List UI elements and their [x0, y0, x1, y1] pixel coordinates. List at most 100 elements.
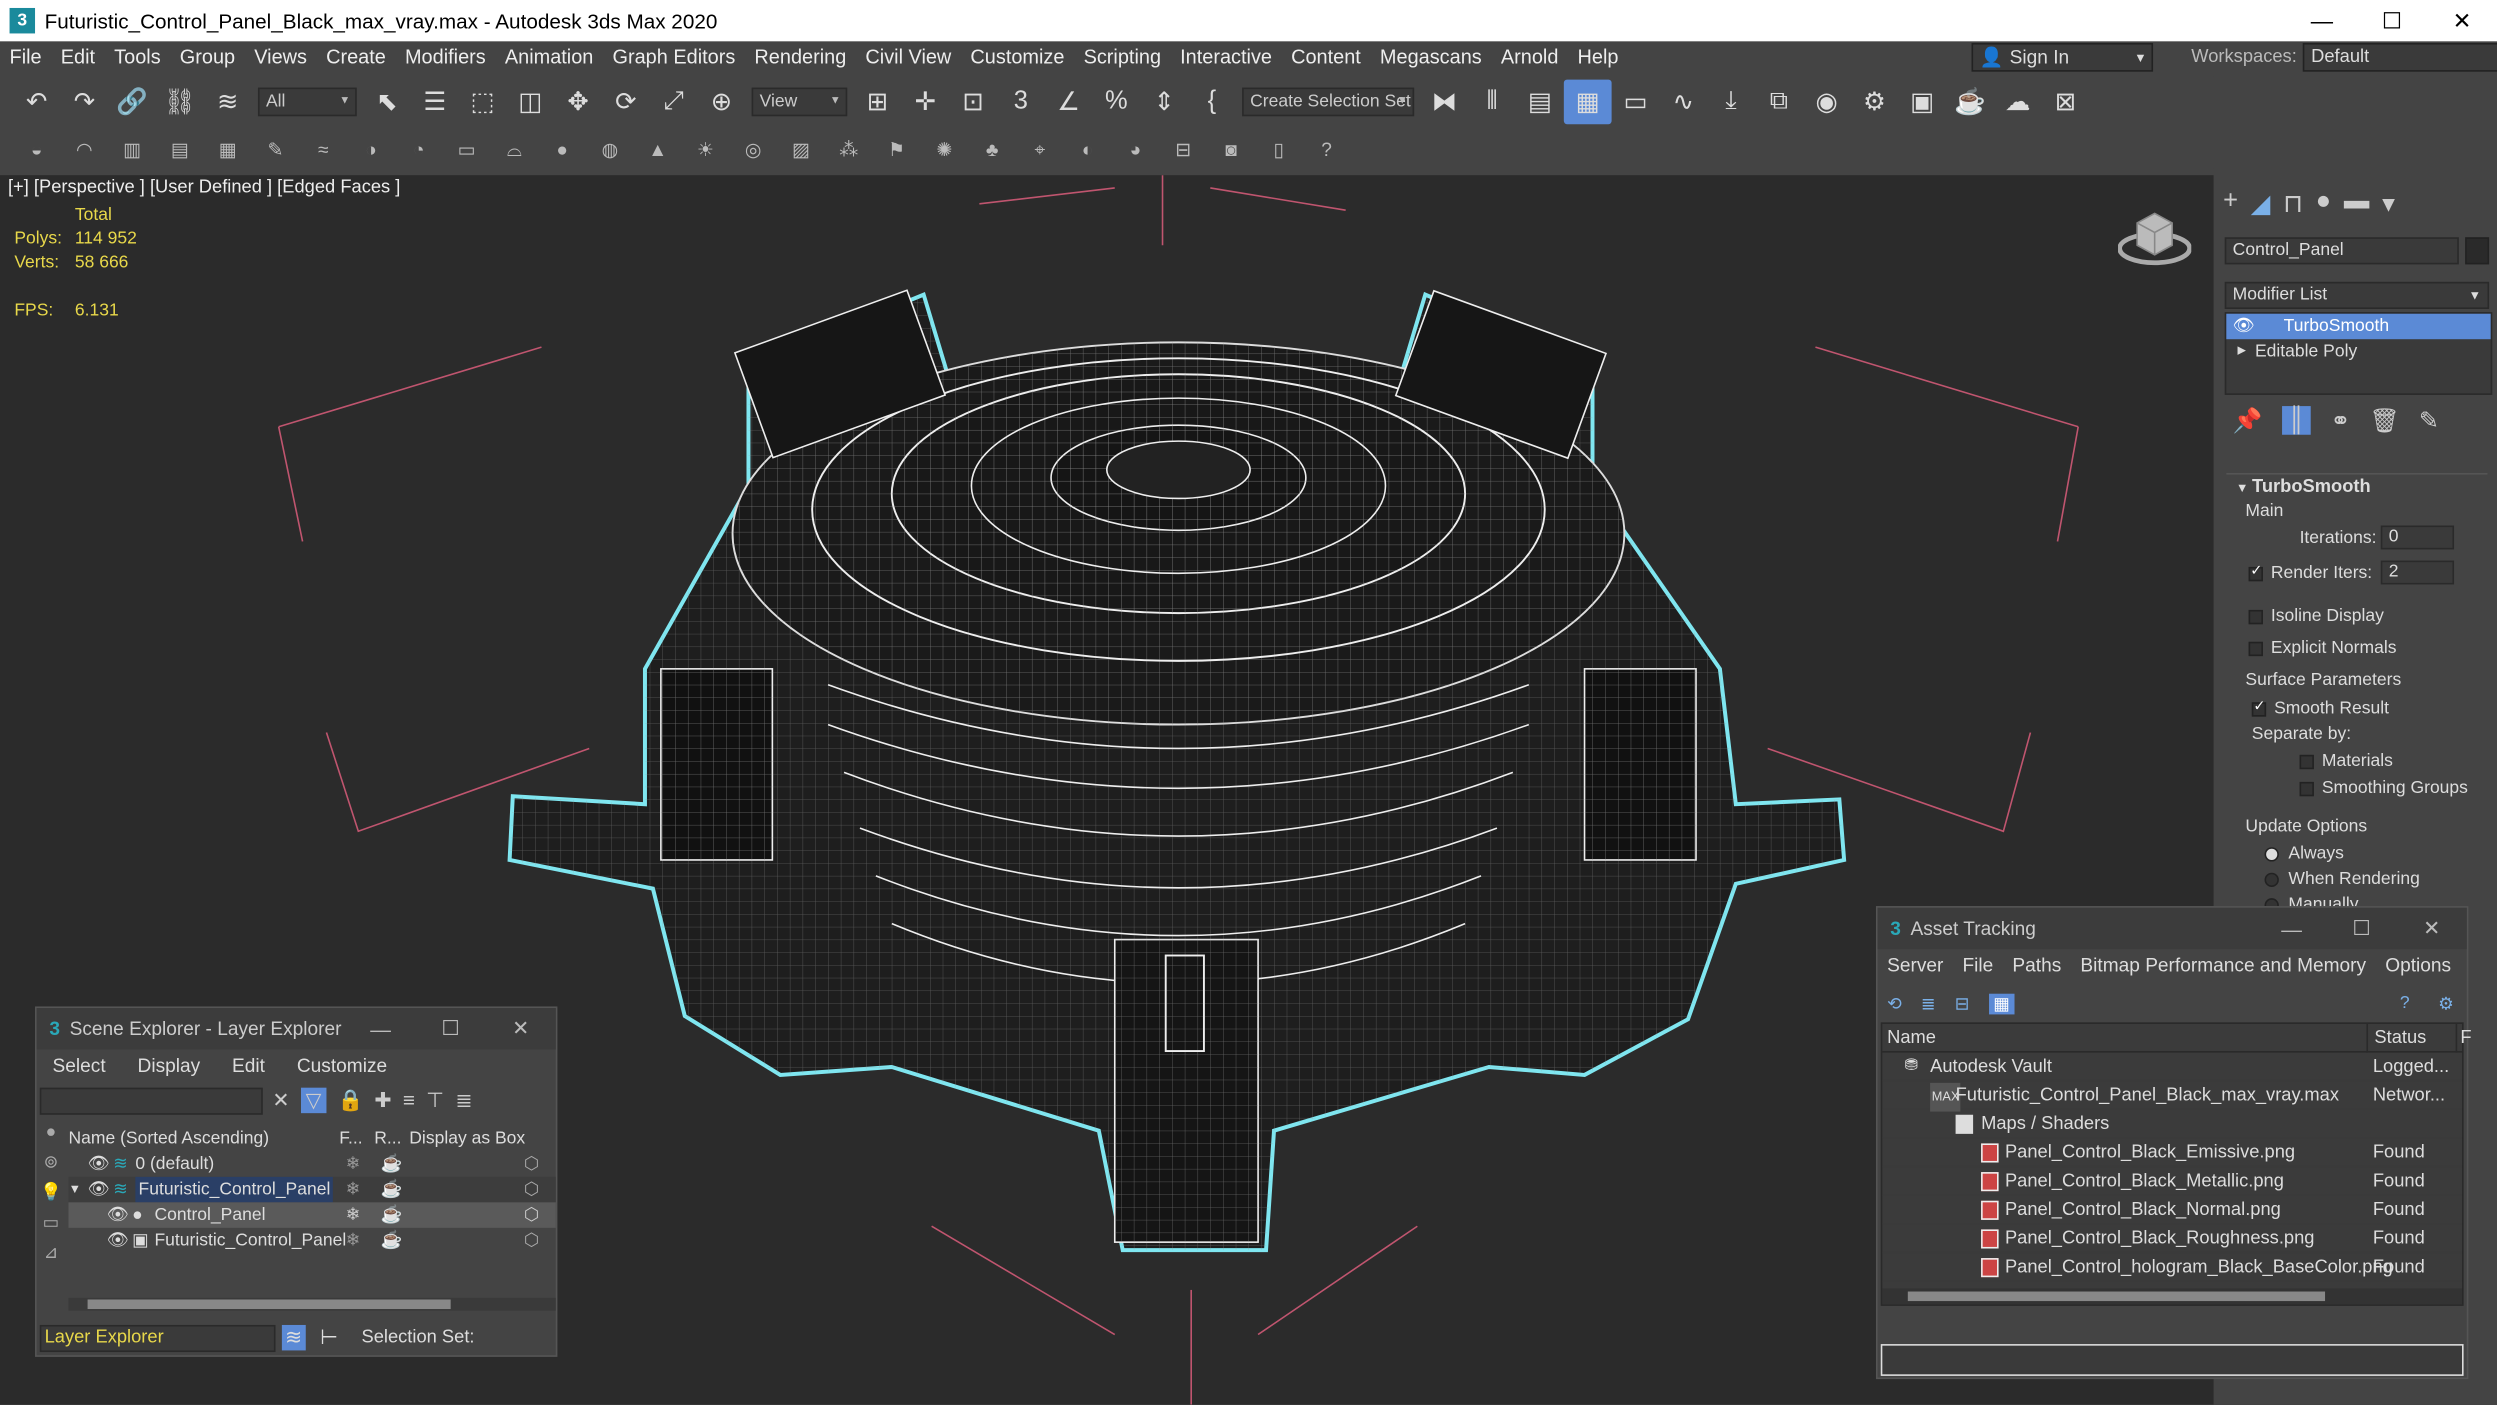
select-manipulate-icon[interactable]: ✛ [901, 80, 949, 125]
box-icon[interactable]: ⬡ [524, 1177, 539, 1202]
explicit-normals-row[interactable]: Explicit Normals [2248, 639, 2396, 658]
layer-row[interactable]: 👁 ≋ 0 (default) ❄ ☕ ⬡ [68, 1151, 555, 1176]
box-icon[interactable]: ⬡ [524, 1202, 539, 1227]
modify-tab-icon[interactable]: ◢ [2251, 188, 2271, 220]
box-icon[interactable]: ▭ [443, 127, 491, 172]
menu-modifiers[interactable]: Modifiers [395, 46, 495, 68]
script-icon[interactable]: ▯ [1255, 127, 1303, 172]
render-setup-icon[interactable]: ⚙ [1850, 80, 1898, 125]
menu-create[interactable]: Create [317, 46, 396, 68]
plant-icon[interactable]: ♣ [968, 127, 1016, 172]
asset-tracking-titlebar[interactable]: 3 Asset Tracking — ☐ ✕ [1877, 907, 2467, 950]
explorer-type-dropdown[interactable]: Layer Explorer [39, 1324, 276, 1353]
snap-3d-icon[interactable]: 3 [997, 80, 1045, 125]
material-ball-icon[interactable]: ◎ [729, 127, 777, 172]
dome-light-icon[interactable]: ◐ [1064, 127, 1112, 172]
smooth-result-row[interactable]: Smooth Result [2251, 697, 2389, 718]
window-crossing-icon[interactable]: ◫ [506, 80, 554, 125]
selection-filter-dropdown[interactable]: All [257, 87, 357, 117]
freeze-icon[interactable]: ❄ [346, 1177, 361, 1202]
layers-icon[interactable]: ▤ [156, 127, 204, 172]
eye-icon[interactable]: 👁 [88, 1177, 110, 1202]
rotate-icon[interactable]: ⟳ [602, 80, 650, 125]
select-object-icon[interactable]: ⬉ [363, 80, 411, 125]
keyboard-shortcut-icon[interactable]: ⊡ [949, 80, 997, 125]
rect-selection-icon[interactable]: ⬚ [459, 80, 507, 125]
menu-megascans[interactable]: Megascans [1370, 46, 1491, 68]
layers-toggle-icon[interactable]: ≋ [281, 1324, 306, 1351]
menu-views[interactable]: Views [245, 46, 317, 68]
angle-snap-icon[interactable]: ∠ [1045, 80, 1093, 125]
workspaces-dropdown[interactable]: Default [2303, 42, 2497, 72]
minimize-button[interactable]: — [2257, 908, 2327, 949]
unlink-icon[interactable]: ⛓ [156, 80, 204, 125]
smoothing-groups-row[interactable]: Smoothing Groups [2299, 779, 2468, 798]
menu-file[interactable]: File [0, 46, 51, 68]
brush-icon[interactable]: ✎ [252, 127, 300, 172]
sign-in-dropdown[interactable]: 👤 Sign In ▼ [1971, 42, 2154, 72]
materials-row[interactable]: Materials [2299, 752, 2393, 771]
render-production-icon[interactable]: ☕ [1946, 80, 1994, 125]
viewport-label[interactable]: [+] [Perspective ] [User Defined ] [Edge… [8, 178, 400, 197]
menu-arnold[interactable]: Arnold [1491, 46, 1568, 68]
asset-row[interactable]: MAX Futuristic_Control_Panel_Black_max_v… [1882, 1081, 2463, 1112]
object-name-field[interactable]: Control_Panel [2224, 237, 2459, 265]
select-by-name-icon[interactable]: ☰ [411, 80, 459, 125]
isoline-checkbox[interactable] [2248, 609, 2263, 624]
menu-scripting[interactable]: Scripting [1074, 46, 1171, 68]
always-row[interactable]: Always [2264, 844, 2344, 863]
object-row[interactable]: 👁 ▣ Futuristic_Control_Panel ❄ ☕ ⬡ [68, 1228, 555, 1253]
when-rendering-radio[interactable] [2264, 872, 2279, 887]
wind-icon[interactable]: ≈ [299, 127, 347, 172]
pivot-center-icon[interactable]: ⊞ [854, 80, 902, 125]
create-selection-set-dropdown[interactable]: Create Selection Set [1242, 87, 1415, 117]
stack-item-editable-poly[interactable]: ▶ Editable Poly [2226, 339, 2490, 364]
bind-spacewarp-icon[interactable]: ≋ [204, 80, 252, 125]
object-color-swatch[interactable] [2465, 237, 2490, 265]
filter-icon[interactable]: ▽ [300, 1087, 327, 1114]
stack-item-turbosmooth[interactable]: 👁 TurboSmooth [2226, 313, 2491, 340]
maximize-button[interactable]: ☐ [416, 1008, 486, 1049]
menu-file[interactable]: File [1953, 954, 2003, 976]
object-row[interactable]: 👁 ● Control_Panel ❄ ☕ ⬡ [68, 1202, 556, 1228]
move-icon[interactable]: ✥ [554, 80, 602, 125]
phys-icon[interactable]: ◑ [347, 127, 395, 172]
render-iters-checkbox[interactable] [2248, 562, 2263, 581]
new-layer-icon[interactable]: ✚ [374, 1088, 391, 1113]
frame-buffer-icon[interactable]: ⊟ [1159, 127, 1207, 172]
rendered-frame-icon[interactable]: ▣ [1898, 80, 1946, 125]
menu-interactive[interactable]: Interactive [1171, 46, 1282, 68]
display-lights-icon[interactable]: 💡 [40, 1182, 62, 1202]
smoothing-groups-checkbox[interactable] [2299, 781, 2314, 796]
col-name-header[interactable]: Name (Sorted Ascending) [68, 1126, 269, 1151]
render-teapot-icon[interactable]: ☕ [381, 1151, 403, 1176]
layers-stack-icon[interactable]: ≣ [455, 1088, 472, 1113]
menu-select[interactable]: Select [37, 1054, 122, 1076]
asset-row[interactable]: Panel_Control_hologram_Black_BaseColor.p… [1882, 1253, 2463, 1282]
eye-icon[interactable]: 👁 [88, 1151, 110, 1176]
dope-sheet-icon[interactable]: ⤓ [1707, 80, 1755, 125]
rollout-title[interactable]: ▼ TurboSmooth [2236, 478, 2371, 497]
layer-icon[interactable]: ▥ [108, 127, 156, 172]
col-render-header[interactable]: R... [374, 1126, 401, 1151]
undo-icon[interactable]: ↶ [13, 80, 61, 125]
scale-icon[interactable]: ⤢ [650, 80, 698, 125]
render-teapot-icon[interactable]: ☕ [381, 1228, 403, 1253]
menu-tools[interactable]: Tools [105, 46, 171, 68]
maximize-button[interactable]: ☐ [2327, 908, 2397, 949]
show-end-result-icon[interactable]: ║ [2281, 406, 2312, 435]
smooth-result-checkbox[interactable] [2251, 697, 2267, 716]
minimize-button[interactable]: — [346, 1008, 416, 1049]
scene-explorer-titlebar[interactable]: 3 Scene Explorer - Layer Explorer — ☐ ✕ [36, 1008, 556, 1050]
schematic-view-icon[interactable]: ⧉ [1755, 80, 1803, 125]
percent-snap-icon[interactable]: % [1092, 80, 1140, 125]
create-tab-icon[interactable]: + [2223, 188, 2238, 220]
fur-icon[interactable]: ✺ [920, 127, 968, 172]
mirror-icon[interactable]: ⧓ [1421, 80, 1469, 125]
render-teapot-icon[interactable]: ☕ [381, 1177, 403, 1202]
motion-tab-icon[interactable]: ● [2316, 188, 2331, 220]
cone-icon[interactable]: ▲ [634, 127, 682, 172]
lock-icon[interactable]: 🔒 [337, 1088, 363, 1113]
asset-row[interactable]: Panel_Control_Black_Normal.png Found [1882, 1196, 2463, 1225]
render-iterative-icon[interactable]: ⊠ [2042, 80, 2090, 125]
